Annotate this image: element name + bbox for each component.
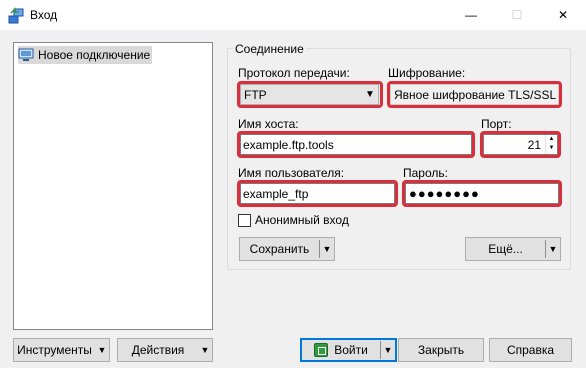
caret-down-icon[interactable]: ▼ bbox=[320, 244, 334, 254]
anonymous-label[interactable]: Анонимный вход bbox=[255, 213, 349, 227]
anonymous-checkbox[interactable] bbox=[238, 214, 251, 227]
minimize-button[interactable]: — bbox=[448, 0, 494, 30]
close-label: Закрыть bbox=[417, 343, 465, 357]
maximize-button[interactable]: ☐ bbox=[494, 0, 540, 30]
computer-site-icon bbox=[18, 48, 34, 61]
advanced-button[interactable]: Ещё... ▼ bbox=[465, 237, 561, 261]
session-group-title: Соединение bbox=[233, 42, 306, 56]
tools-button[interactable]: Инструменты ▼ bbox=[13, 338, 110, 362]
caret-down-icon: ▼ bbox=[97, 345, 107, 355]
app-icon bbox=[8, 7, 24, 24]
tools-label: Инструменты bbox=[17, 343, 92, 357]
password-label: Пароль: bbox=[403, 166, 448, 180]
advanced-label: Ещё... bbox=[488, 242, 523, 256]
tree-item-new-site[interactable]: Новое подключение bbox=[18, 46, 153, 64]
window-title: Вход bbox=[30, 8, 58, 22]
tree-item-label: Новое подключение bbox=[38, 48, 151, 62]
host-label: Имя хоста: bbox=[238, 117, 299, 131]
site-tree[interactable]: Новое подключение bbox=[13, 42, 213, 330]
protocol-highlight bbox=[237, 81, 383, 108]
help-label: Справка bbox=[506, 343, 555, 357]
login-label: Войти bbox=[334, 343, 368, 357]
caret-down-icon[interactable]: ▼ bbox=[546, 244, 560, 254]
encryption-label: Шифрование: bbox=[388, 66, 466, 80]
login-button[interactable]: Войти ▼ bbox=[300, 338, 397, 362]
port-label: Порт: bbox=[481, 117, 512, 131]
save-button[interactable]: Сохранить ▼ bbox=[239, 237, 335, 261]
close-window-button[interactable]: ✕ bbox=[540, 0, 586, 30]
title-bar: Вход — ☐ ✕ bbox=[0, 0, 586, 30]
actions-button[interactable]: Действия ▼ bbox=[117, 338, 213, 362]
host-highlight bbox=[237, 131, 475, 158]
actions-label: Действия bbox=[131, 343, 185, 357]
encryption-highlight bbox=[387, 81, 562, 108]
password-highlight bbox=[402, 180, 562, 207]
login-door-icon bbox=[314, 343, 329, 357]
user-highlight bbox=[237, 180, 398, 207]
port-highlight bbox=[480, 131, 561, 158]
help-button[interactable]: Справка bbox=[489, 338, 572, 362]
caret-down-icon[interactable]: ▼ bbox=[381, 345, 395, 355]
protocol-label: Протокол передачи: bbox=[238, 66, 350, 80]
save-label: Сохранить bbox=[249, 242, 310, 256]
close-button[interactable]: Закрыть bbox=[398, 338, 484, 362]
user-label: Имя пользователя: bbox=[238, 166, 345, 180]
caret-down-icon: ▼ bbox=[200, 345, 210, 355]
